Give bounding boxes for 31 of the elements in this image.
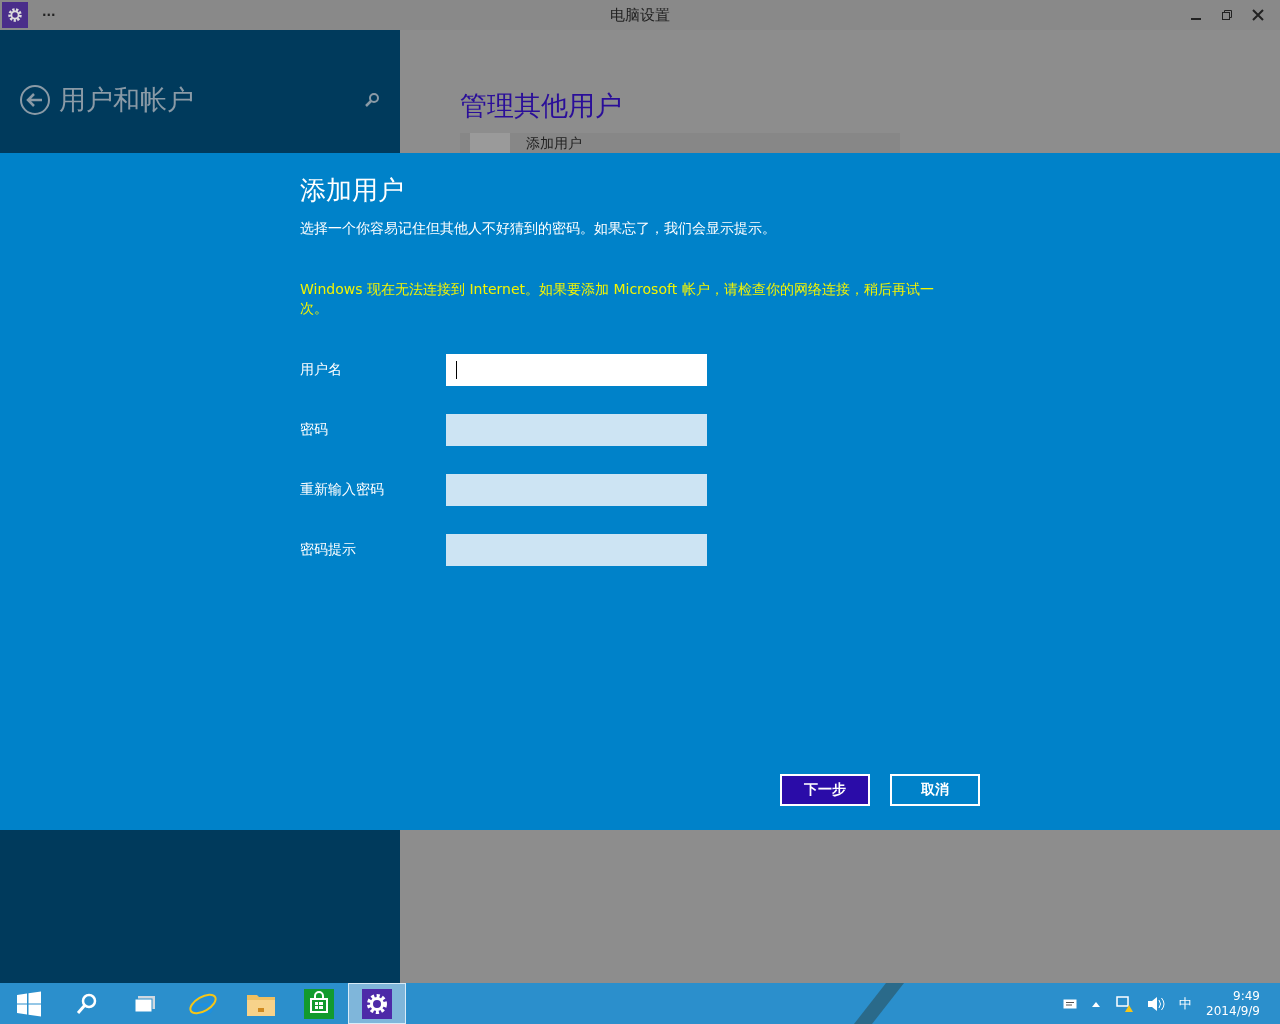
search-icon[interactable] [364,92,380,108]
list-item[interactable]: 添加用户 [460,133,900,155]
input-field[interactable] [446,474,707,506]
settings-taskbar-icon[interactable] [348,983,406,1024]
search-icon [75,991,99,1016]
cancel-button[interactable]: 取消 [890,774,980,806]
sidebar-title: 用户和帐户 [59,83,194,117]
input-field[interactable] [446,414,707,446]
warning-message: Windows 现在无法连接到 Internet。如果要添加 Microsoft 帐户，请检查你的网络连接，稍后再试一次。 [300,280,935,318]
clock-time[interactable]: 9:49 [1233,988,1260,1004]
dialog-title: 添加用户 [300,174,405,207]
menu-dots[interactable]: ··· [42,8,56,22]
page-heading: 管理其他用户 [460,89,623,123]
field-label: 密码 [300,421,329,439]
window-title: 电脑设置 [610,6,670,25]
next-button[interactable]: 下一步 [780,774,870,806]
network-warning-icon[interactable] [1115,994,1134,1013]
settings-app-icon [2,2,28,28]
clock-date[interactable]: 2014/9/9 [1206,1003,1260,1019]
field-label: 用户名 [300,361,343,379]
close-icon[interactable] [1252,9,1264,21]
volume-icon[interactable] [1147,995,1166,1012]
input-method-indicator[interactable]: 中 [1179,994,1193,1013]
input-field[interactable] [446,354,707,386]
input-field[interactable] [446,534,707,566]
dialog-description: 选择一个你容易记住但其他人不好猜到的密码。如果忘了，我们会显示提示。 [300,220,777,238]
restore-icon[interactable] [1221,9,1233,21]
field-label: 密码提示 [300,541,357,559]
windows-logo-icon [16,990,42,1017]
field-label: 重新输入密码 [300,481,385,499]
message-icon[interactable] [1063,997,1078,1010]
